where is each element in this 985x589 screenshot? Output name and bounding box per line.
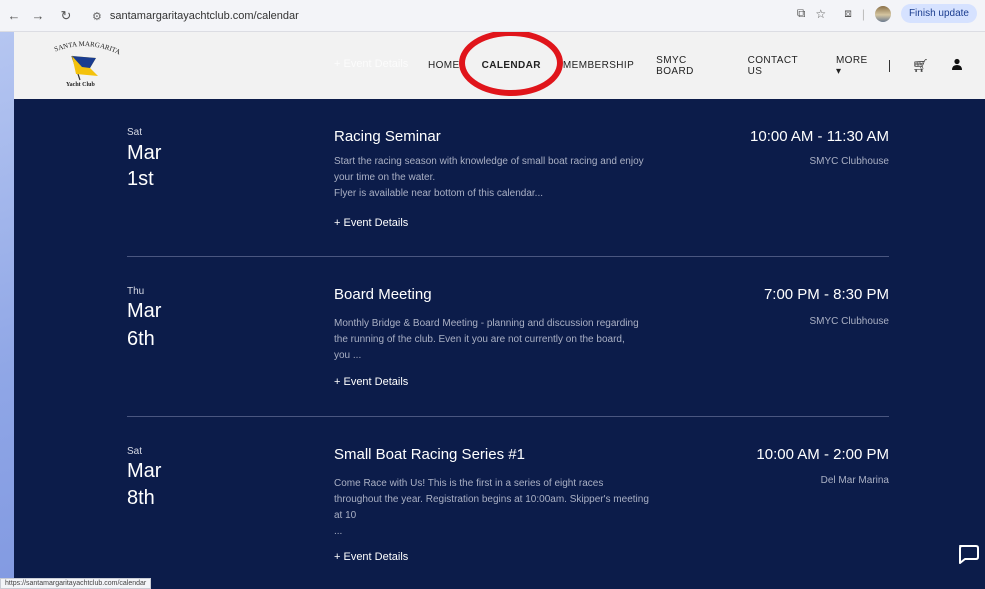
event-month: Mar	[127, 300, 162, 322]
finish-update-button[interactable]: Finish update	[900, 4, 977, 23]
event-title[interactable]: Board Meeting	[334, 286, 432, 303]
site-settings-icon[interactable]: ⚙	[92, 10, 102, 23]
event-divider	[127, 256, 889, 257]
cast-icon[interactable]: ⧉	[797, 6, 806, 21]
event-location: SMYC Clubhouse	[809, 316, 889, 327]
account-icon[interactable]	[951, 58, 963, 73]
highlight-circle	[459, 32, 563, 96]
nav-more[interactable]: MORE ▾	[836, 55, 875, 77]
event-day: 8th	[127, 487, 155, 509]
event-weekday: Thu	[127, 286, 145, 297]
site-header: SANTA MARGARITA Yacht Club + Event Detai…	[14, 32, 985, 99]
forward-icon[interactable]: →	[28, 8, 48, 23]
url-text: santamargaritayachtclub.com/calendar	[109, 10, 299, 22]
nav-smyc-board[interactable]: SMYC BOARD	[656, 55, 725, 77]
event-title[interactable]: Small Boat Racing Series #1	[334, 446, 525, 463]
event-weekday: Sat	[127, 127, 143, 138]
overlay-event-details: + Event Details	[334, 58, 409, 70]
event-weekday: Sat	[127, 446, 143, 457]
event-details-link[interactable]: + Event Details	[334, 217, 408, 229]
page-viewport: SANTA MARGARITA Yacht Club + Event Detai…	[14, 32, 985, 589]
event-divider	[127, 416, 889, 417]
event-day: 6th	[127, 328, 155, 350]
club-logo[interactable]: SANTA MARGARITA Yacht Club	[44, 40, 124, 92]
reload-icon[interactable]: ↻	[56, 8, 76, 24]
event-month: Mar	[127, 460, 162, 482]
bookmark-star-icon[interactable]: ☆	[815, 7, 826, 21]
event-time: 10:00 AM - 11:30 AM	[750, 128, 889, 145]
status-bar-url: https://santamargaritayachtclub.com/cale…	[0, 578, 152, 589]
chat-icon[interactable]	[956, 542, 980, 566]
profile-avatar-icon[interactable]	[874, 5, 891, 22]
event-details-link[interactable]: + Event Details	[334, 376, 408, 388]
nav-home[interactable]: HOME	[428, 60, 460, 71]
nav-divider	[889, 59, 891, 72]
event-time: 10:00 AM - 2:00 PM	[756, 446, 889, 463]
event-time: 7:00 PM - 8:30 PM	[763, 286, 889, 303]
event-title[interactable]: Racing Seminar	[334, 128, 441, 145]
event-location: SMYC Clubhouse	[809, 156, 889, 167]
logo-subtitle: Yacht Club	[66, 82, 95, 88]
toolbar-divider: |	[861, 6, 865, 21]
browser-toolbar: ← → ↻ ⚙ santamargaritayachtclub.com/cale…	[0, 0, 985, 32]
event-day: 1st	[127, 168, 154, 190]
event-month: Mar	[127, 142, 162, 164]
event-location: Del Mar Marina	[820, 475, 889, 486]
svg-text:SANTA MARGARITA: SANTA MARGARITA	[53, 40, 121, 56]
event-description: Monthly Bridge & Board Meeting - plannin…	[334, 318, 639, 361]
address-bar[interactable]: ⚙ santamargaritayachtclub.com/calendar	[92, 4, 802, 28]
event-details-link[interactable]: + Event Details	[334, 551, 408, 563]
cart-icon[interactable]: 🛒︎	[912, 58, 929, 74]
nav-contact-us[interactable]: CONTACT US	[748, 55, 814, 77]
back-icon[interactable]: ←	[4, 8, 24, 23]
event-description: Come Race with Us! This is the first in …	[334, 478, 649, 537]
event-description: Start the racing season with knowledge o…	[334, 156, 644, 199]
nav-membership[interactable]: MEMBERSHIP	[563, 60, 634, 71]
extensions-icon[interactable]: ⧈	[844, 6, 852, 21]
